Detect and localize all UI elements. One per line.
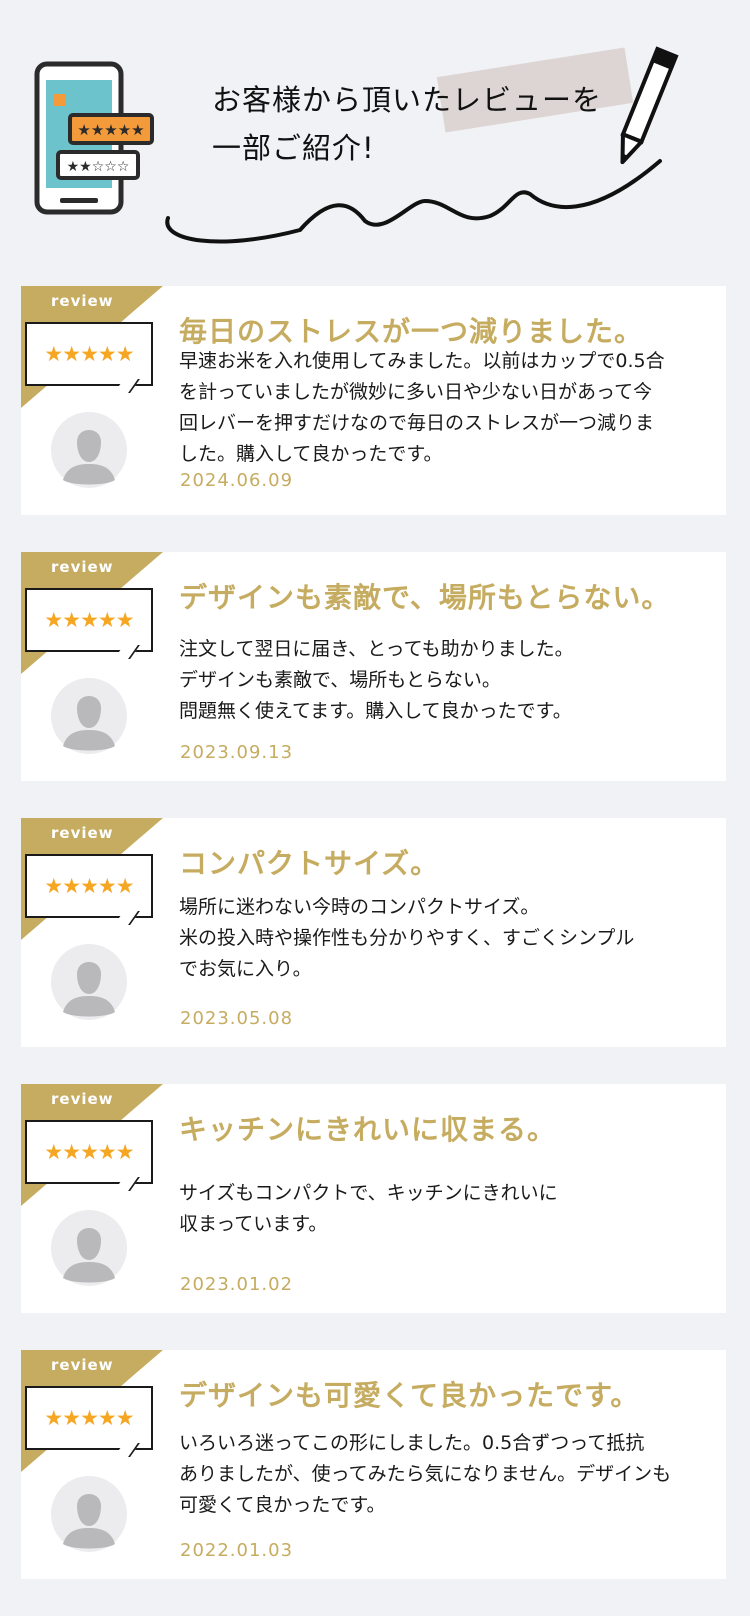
review-body-line: 回レバーを押すだけなので毎日のストレスが一つ減りま — [179, 412, 655, 434]
review-body: いろいろ迷ってこの形にしました。0.5合ずつって抵抗ありましたが、使ってみたら気… — [179, 1428, 719, 1521]
review-body-line: 早速お米を入れ使用してみました。以前はカップで0.5合 — [179, 350, 665, 372]
review-card: review ★★★★★ デザインも素敵で、場所もとらない。 注文して翌日に届き… — [21, 552, 726, 781]
review-card: review ★★★★★ キッチンにきれいに収まる。 サイズもコンパクトで、キッ… — [21, 1084, 726, 1313]
review-tag: review — [51, 292, 114, 310]
review-body-line: でお気に入り。 — [179, 958, 312, 980]
user-avatar-icon — [51, 1476, 127, 1552]
review-date: 2024.06.09 — [180, 470, 294, 491]
review-list: review ★★★★★ 毎日のストレスが一つ減りました。 早速お米を入れ使用し… — [21, 286, 730, 1616]
review-body-line: 米の投入時や操作性も分かりやすく、すごくシンプル — [179, 927, 635, 949]
review-tag: review — [51, 1356, 114, 1374]
star-rating: ★★★★★ — [44, 1140, 134, 1164]
review-body: 早速お米を入れ使用してみました。以前はカップで0.5合 を計っていましたが微妙に多… — [179, 346, 719, 470]
pen-icon — [165, 46, 679, 244]
review-card: review ★★★★★ コンパクトサイズ。 場所に迷わない今時のコンパクトサイ… — [21, 818, 726, 1047]
svg-text:★★★★★: ★★★★★ — [77, 121, 144, 139]
star-rating: ★★★★★ — [44, 874, 134, 898]
review-body-line: 場所に迷わない今時のコンパクトサイズ。 — [179, 896, 540, 918]
rating-bubble: ★★★★★ — [25, 588, 153, 659]
review-date: 2023.09.13 — [180, 742, 294, 763]
review-body-line: 収まっています。 — [179, 1213, 328, 1235]
user-avatar-icon — [51, 412, 127, 488]
header: ★★★★★ ★★☆☆☆ お客様から頂いたレビューを 一部ご紹介! — [0, 0, 750, 260]
review-body-line: した。購入して良かったです。 — [179, 443, 443, 465]
review-headline: キッチンにきれいに収まる。 — [179, 1113, 557, 1146]
review-tag: review — [51, 1090, 114, 1108]
review-card: review ★★★★★ 毎日のストレスが一つ減りました。 早速お米を入れ使用し… — [21, 286, 726, 515]
svg-text:★★☆☆☆: ★★☆☆☆ — [67, 159, 130, 175]
review-body-line: いろいろ迷ってこの形にしました。0.5合ずつって抵抗 — [179, 1432, 645, 1454]
user-avatar-icon — [51, 678, 127, 754]
review-date: 2023.01.02 — [180, 1274, 294, 1295]
phone-review-icon: ★★★★★ ★★☆☆☆ — [34, 61, 154, 215]
user-avatar-icon — [51, 1210, 127, 1286]
star-rating: ★★★★★ — [44, 342, 134, 366]
review-date: 2022.01.03 — [180, 1540, 294, 1561]
rating-bubble: ★★★★★ — [25, 1120, 153, 1191]
review-card: review ★★★★★ デザインも可愛くて良かったです。 いろいろ迷ってこの形… — [21, 1350, 726, 1579]
review-body: サイズもコンパクトで、キッチンにきれいに 収まっています。 — [179, 1178, 719, 1240]
review-body: 場所に迷わない今時のコンパクトサイズ。米の投入時や操作性も分かりやすく、すごくシ… — [179, 892, 719, 985]
review-headline: コンパクトサイズ。 — [179, 847, 440, 880]
review-headline: デザインも素敵で、場所もとらない。 — [179, 581, 671, 614]
review-headline: 毎日のストレスが一つ減りました。 — [179, 315, 644, 348]
review-body: 注文して翌日に届き、とっても助かりました。 デザインも素敵で、場所もとらない。問題… — [179, 634, 719, 727]
review-body-line: を計っていましたが微妙に多い日や少ない日があって今 — [179, 381, 653, 403]
review-body-line: 可愛くて良かったです。 — [179, 1494, 386, 1516]
review-body-line: サイズもコンパクトで、キッチンにきれいに — [179, 1182, 558, 1204]
user-avatar-icon — [51, 944, 127, 1020]
review-body-line: 問題無く使えてます。購入して良かったです。 — [179, 700, 572, 722]
review-tag: review — [51, 558, 114, 576]
star-rating: ★★★★★ — [44, 1406, 134, 1430]
review-date: 2023.05.08 — [180, 1008, 294, 1029]
review-headline: デザインも可愛くて良かったです。 — [179, 1379, 640, 1412]
review-tag: review — [51, 824, 114, 842]
rating-bubble: ★★★★★ — [25, 1386, 153, 1457]
star-rating: ★★★★★ — [44, 608, 134, 632]
review-body-line: 注文して翌日に届き、とっても助かりました。 — [179, 638, 574, 660]
rating-bubble: ★★★★★ — [25, 854, 153, 925]
review-body-line: ありましたが、使ってみたら気になりません。デザインも — [179, 1463, 672, 1485]
rating-bubble: ★★★★★ — [25, 322, 153, 393]
review-body-line: デザインも素敵で、場所もとらない。 — [179, 669, 501, 691]
